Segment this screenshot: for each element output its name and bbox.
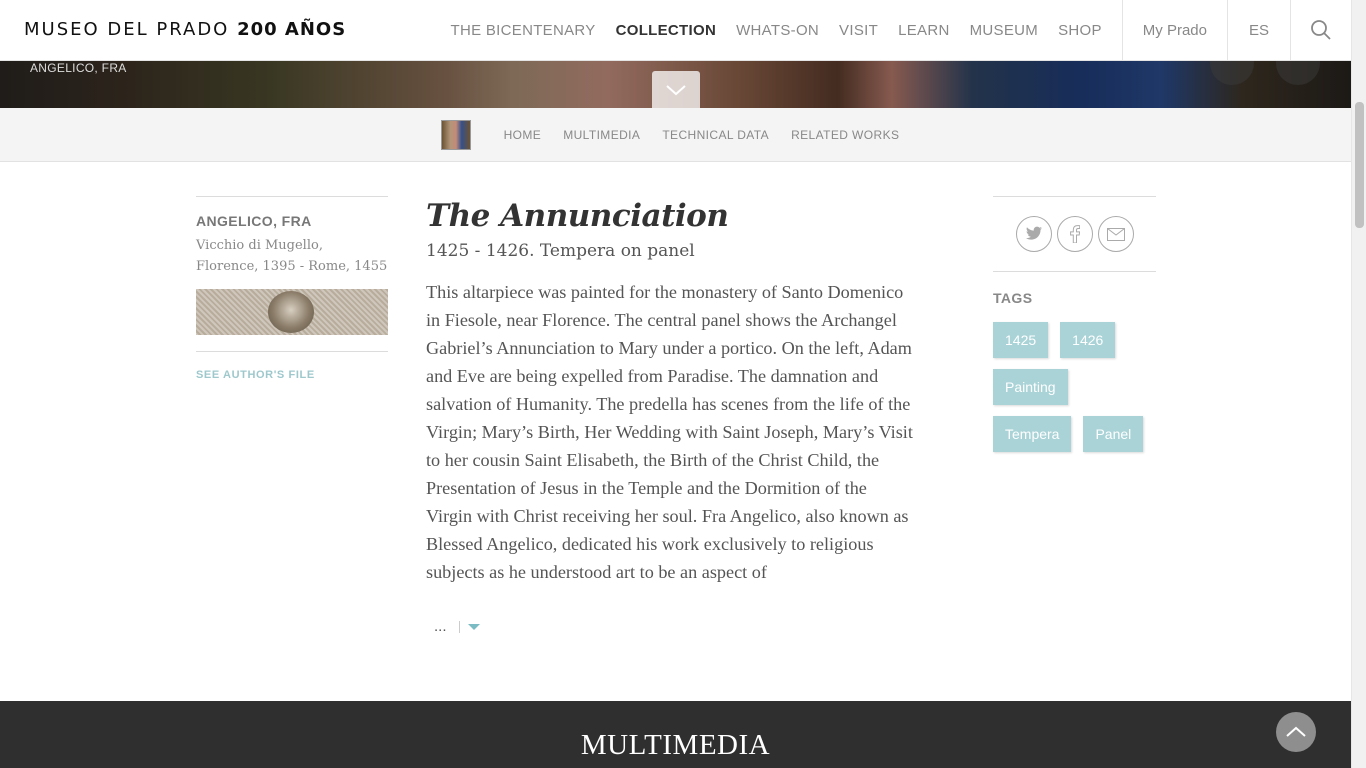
subnav-related-works[interactable]: RELATED WORKS	[791, 128, 899, 142]
scrollbar-thumb[interactable]	[1355, 102, 1364, 228]
caret-down-icon[interactable]	[467, 623, 480, 630]
artwork-thumbnail[interactable]	[440, 119, 471, 150]
artwork-description: This altarpiece was painted for the mona…	[426, 282, 913, 582]
artwork-subnav: HOME MULTIMEDIA TECHNICAL DATA RELATED W…	[0, 108, 1351, 162]
artwork-details: The Annunciation 1425 - 1426. Tempera on…	[426, 196, 916, 635]
main-nav: THE BICENTENARY COLLECTION WHATS-ON VISI…	[431, 0, 1352, 60]
facebook-icon	[1069, 225, 1080, 243]
share-twitter-button[interactable]	[1015, 216, 1052, 252]
site-logo[interactable]: MUSEO DEL PRADO 200 AÑOS	[24, 19, 346, 40]
sidebar-right: TAGS 1425 1426 Painting Tempera Panel	[993, 196, 1156, 463]
author-name[interactable]: ANGELICO, FRA	[196, 213, 388, 229]
nav-item-bicentenary[interactable]: THE BICENTENARY	[451, 22, 596, 39]
search-button[interactable]	[1291, 0, 1351, 60]
logo-text: MUSEO DEL PRADO	[24, 19, 230, 40]
share-facebook-button[interactable]	[1056, 216, 1093, 252]
back-to-top-button[interactable]	[1276, 712, 1316, 752]
tags-list: 1425 1426 Painting Tempera Panel	[993, 322, 1156, 463]
subnav-multimedia[interactable]: MULTIMEDIA	[563, 128, 640, 142]
nav-item-collection[interactable]: COLLECTION	[616, 22, 717, 39]
multimedia-section: MULTIMEDIA	[0, 701, 1351, 768]
divider	[458, 620, 460, 633]
chevron-down-icon	[666, 84, 686, 95]
tag-tempera[interactable]: Tempera	[993, 416, 1072, 452]
twitter-icon	[1025, 226, 1042, 240]
read-more[interactable]: ...	[426, 618, 916, 635]
tag-panel[interactable]: Panel	[1083, 416, 1144, 452]
subnav-technical-data[interactable]: TECHNICAL DATA	[662, 128, 769, 142]
logo-bold-text: 200 AÑOS	[237, 19, 347, 40]
artwork-hero: ANGELICO, FRA	[0, 61, 1351, 108]
hero-toggle-button[interactable]	[652, 71, 700, 108]
chevron-up-icon	[1286, 726, 1306, 737]
portrait-face	[268, 291, 314, 333]
tags-heading: TAGS	[993, 290, 1033, 306]
nav-item-museum[interactable]: MUSEUM	[970, 22, 1038, 39]
divider	[196, 351, 388, 352]
nav-item-visit[interactable]: VISIT	[839, 22, 878, 39]
tag-painting[interactable]: Painting	[993, 369, 1068, 405]
author-portrait[interactable]	[196, 289, 388, 335]
see-author-file-link[interactable]: SEE AUTHOR'S FILE	[196, 369, 388, 381]
tag-1426[interactable]: 1426	[1060, 322, 1116, 358]
hero-artist-label: ANGELICO, FRA	[30, 61, 127, 75]
nav-item-learn[interactable]: LEARN	[898, 22, 950, 39]
subnav-home[interactable]: HOME	[504, 128, 542, 142]
nav-item-shop[interactable]: SHOP	[1058, 22, 1102, 39]
language-toggle[interactable]: ES	[1228, 22, 1290, 39]
tag-1425[interactable]: 1425	[993, 322, 1049, 358]
email-icon	[1106, 227, 1125, 241]
page-scrollbar[interactable]	[1351, 0, 1366, 768]
share-email-button[interactable]	[1097, 216, 1134, 252]
artwork-subtitle: 1425 - 1426. Tempera on panel	[426, 241, 695, 261]
artwork-title: The Annunciation	[426, 198, 729, 234]
hero-control[interactable]	[1210, 61, 1254, 85]
author-panel: ANGELICO, FRA Vicchio di Mugello, Floren…	[196, 196, 388, 381]
my-prado-link[interactable]: My Prado	[1123, 22, 1227, 39]
multimedia-heading: MULTIMEDIA	[580, 729, 771, 761]
more-ellipsis: ...	[434, 618, 447, 635]
nav-item-whats-on[interactable]: WHATS-ON	[736, 22, 819, 39]
author-info: Vicchio di Mugello, Florence, 1395 - Rom…	[196, 238, 388, 274]
search-icon	[1311, 20, 1331, 40]
share-buttons	[993, 197, 1156, 272]
site-header: MUSEO DEL PRADO 200 AÑOS THE BICENTENARY…	[0, 0, 1351, 61]
hero-control[interactable]	[1276, 61, 1320, 85]
